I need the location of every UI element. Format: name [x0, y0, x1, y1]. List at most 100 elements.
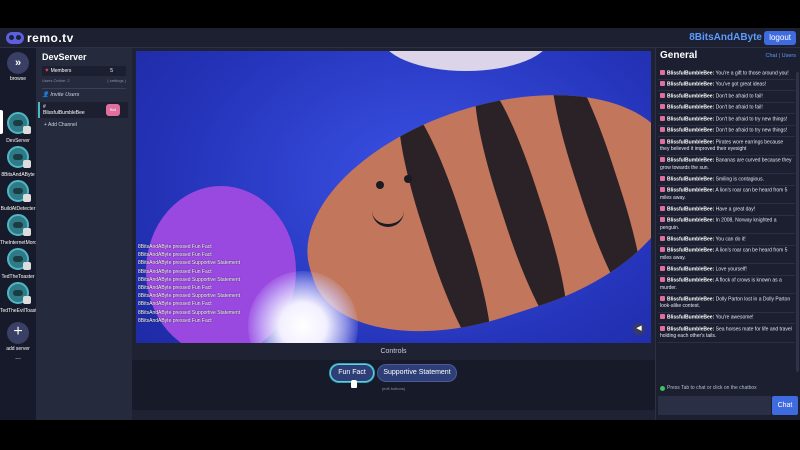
controls-title: Controls: [380, 348, 407, 355]
invite-users-button[interactable]: 👤 Invite Users: [42, 88, 126, 100]
invite-label: Invite Users: [50, 92, 80, 98]
members-row[interactable]: ♥ Members 5: [42, 66, 126, 76]
message-user[interactable]: BlissfulBumbleBee:: [667, 326, 714, 332]
logo[interactable]: remo.tv: [6, 31, 74, 45]
server-label: TheInternetMoro: [0, 240, 36, 246]
bee-eye: [376, 181, 384, 189]
server-label: TedTheEvilToast: [0, 308, 36, 314]
message-user[interactable]: BlissfulBumbleBee:: [667, 248, 714, 254]
server-icon-tedthetoaster[interactable]: [7, 248, 31, 270]
tab-chat[interactable]: Chat: [766, 53, 778, 59]
controls-panel: Fun Fact Supportive Statement (edit butt…: [132, 360, 655, 410]
tab-users[interactable]: Users: [782, 53, 796, 59]
message-text: Smiling is contagious.: [715, 176, 764, 182]
server-icon-tedtheeviltoast[interactable]: [7, 282, 31, 304]
bot-badge: Bot: [106, 104, 120, 116]
chat-hint-text: Press Tab to chat or click on the chatbo…: [667, 385, 757, 391]
log-line: 8BitsAndAByte pressed Fun Fact: [138, 301, 212, 308]
chat-message: BlissfulBumbleBee: Don't be afraid to tr…: [658, 114, 795, 126]
username-link[interactable]: 8BitsAndAByte: [689, 32, 762, 43]
server-title: DevServer: [42, 52, 87, 62]
video-feed[interactable]: 8BitsAndAByte pressed Fun Fact 8BitsAndA…: [136, 51, 651, 343]
message-text: Love yourself!: [715, 266, 747, 272]
members-count: 5: [110, 68, 113, 74]
message-text: Don't be afraid to fail!: [715, 93, 763, 99]
message-user[interactable]: BlissfulBumbleBee:: [667, 105, 714, 111]
bot-avatar-icon: [660, 115, 665, 121]
bot-avatar-icon: [660, 277, 665, 282]
message-user[interactable]: BlissfulBumbleBee:: [667, 82, 714, 88]
bot-avatar-icon: [660, 205, 665, 211]
supportive-statement-button[interactable]: Supportive Statement: [377, 364, 457, 382]
chat-message: BlissfulBumbleBee: A flock of crows is k…: [658, 276, 795, 294]
browse-button[interactable]: »: [7, 52, 29, 74]
bot-avatar-icon: [660, 295, 665, 301]
message-text: Don't be afraid to fail!: [715, 104, 763, 111]
server-label: TedTheToaster: [1, 274, 35, 280]
message-user[interactable]: BlissfulBumbleBee:: [667, 93, 714, 99]
chat-messages[interactable]: BlissfulBumbleBee: You're a gift to thos…: [658, 68, 795, 382]
message-user[interactable]: BlissfulBumbleBee:: [667, 236, 714, 242]
hand-cursor-icon: [351, 380, 357, 388]
message-user[interactable]: BlissfulBumbleBee:: [667, 218, 714, 224]
message-text: You can do it!: [715, 236, 746, 242]
chat-message: BlissfulBumbleBee: Bananas are curved be…: [658, 156, 795, 174]
server-icon-buildatdetecter[interactable]: [7, 180, 31, 202]
chat-scrollbar[interactable]: [796, 72, 799, 372]
more-dots[interactable]: ...: [0, 354, 36, 361]
chat-message: BlissfulBumbleBee: You're awesome!: [658, 313, 795, 324]
message-text: Don't be afraid to try new things!: [715, 127, 788, 134]
bot-avatar-icon: [660, 92, 665, 98]
message-text: You're a gift to those around you!: [715, 70, 789, 76]
chat-message: BlissfulBumbleBee: Love yourself!: [658, 264, 795, 276]
log-line: 8BitsAndAByte pressed Fun Fact: [138, 244, 212, 250]
message-text: Have a great day!: [715, 206, 756, 212]
chat-title: General: [660, 50, 698, 61]
chat-send-button[interactable]: Chat: [772, 396, 798, 415]
members-label: Members: [50, 68, 72, 74]
bot-avatar-icon: [660, 175, 665, 181]
chat-message: BlissfulBumbleBee: A lion's roar can be …: [658, 246, 795, 264]
chat-input[interactable]: [658, 396, 771, 415]
log-line: 8BitsAndAByte pressed Fun Fact: [138, 285, 212, 292]
log-line: 8BitsAndAByte pressed Supportive Stateme…: [138, 260, 241, 267]
message-user[interactable]: BlissfulBumbleBee:: [667, 278, 714, 284]
server-icon-devserver[interactable]: [7, 112, 31, 134]
users-online: Users Online: 2: [42, 78, 70, 83]
message-user[interactable]: BlissfulBumbleBee:: [667, 266, 714, 272]
message-user[interactable]: BlissfulBumbleBee:: [667, 128, 714, 134]
server-icon-theinternetmoro[interactable]: [7, 214, 31, 236]
bot-avatar-icon: [660, 265, 665, 271]
message-user[interactable]: BlissfulBumbleBee:: [667, 296, 714, 302]
message-user[interactable]: BlissfulBumbleBee:: [667, 139, 714, 145]
settings-link[interactable]: ( settings ): [107, 78, 126, 83]
edit-buttons-link[interactable]: (edit buttons): [132, 386, 655, 391]
server-rail: » browse DevServer 8BitsAndAByte BuildAt…: [0, 48, 36, 420]
add-channel-button[interactable]: + Add Channel: [44, 122, 77, 128]
lock-icon: [23, 194, 31, 202]
message-user[interactable]: BlissfulBumbleBee:: [667, 70, 714, 76]
lock-icon: [23, 126, 31, 134]
chat-message: BlissfulBumbleBee: Sea horses mate for l…: [658, 324, 795, 343]
logout-button[interactable]: logout: [764, 31, 796, 45]
message-user[interactable]: BlissfulBumbleBee:: [667, 176, 714, 182]
message-user[interactable]: BlissfulBumbleBee:: [667, 116, 714, 122]
message-user[interactable]: BlissfulBumbleBee:: [667, 315, 714, 321]
message-user[interactable]: BlissfulBumbleBee:: [667, 206, 714, 212]
chat-message: BlissfulBumbleBee: In 2008, Norway knigh…: [658, 216, 795, 234]
add-server-button[interactable]: +: [7, 322, 29, 344]
volume-icon[interactable]: ◀: [633, 323, 645, 335]
chat-message: BlissfulBumbleBee: Dolly Parton lost in …: [658, 294, 795, 313]
browse-label: browse: [9, 76, 27, 82]
double-chevron-right-icon: »: [14, 57, 22, 69]
chat-message: BlissfulBumbleBee: You can do it!: [658, 234, 795, 246]
message-user[interactable]: BlissfulBumbleBee:: [667, 188, 714, 194]
bot-avatar-icon: [660, 247, 665, 252]
bot-avatar-icon: [660, 217, 665, 222]
heart-icon: ♥: [45, 68, 49, 74]
bot-avatar-icon: [660, 314, 665, 319]
message-user[interactable]: BlissfulBumbleBee:: [667, 158, 714, 164]
bot-avatar-icon: [660, 104, 665, 109]
channel-item-blissfulbumblebee[interactable]: # BlissfulBumbleBee Bot: [38, 102, 128, 118]
server-icon-8bitsandabyte[interactable]: [7, 146, 31, 168]
